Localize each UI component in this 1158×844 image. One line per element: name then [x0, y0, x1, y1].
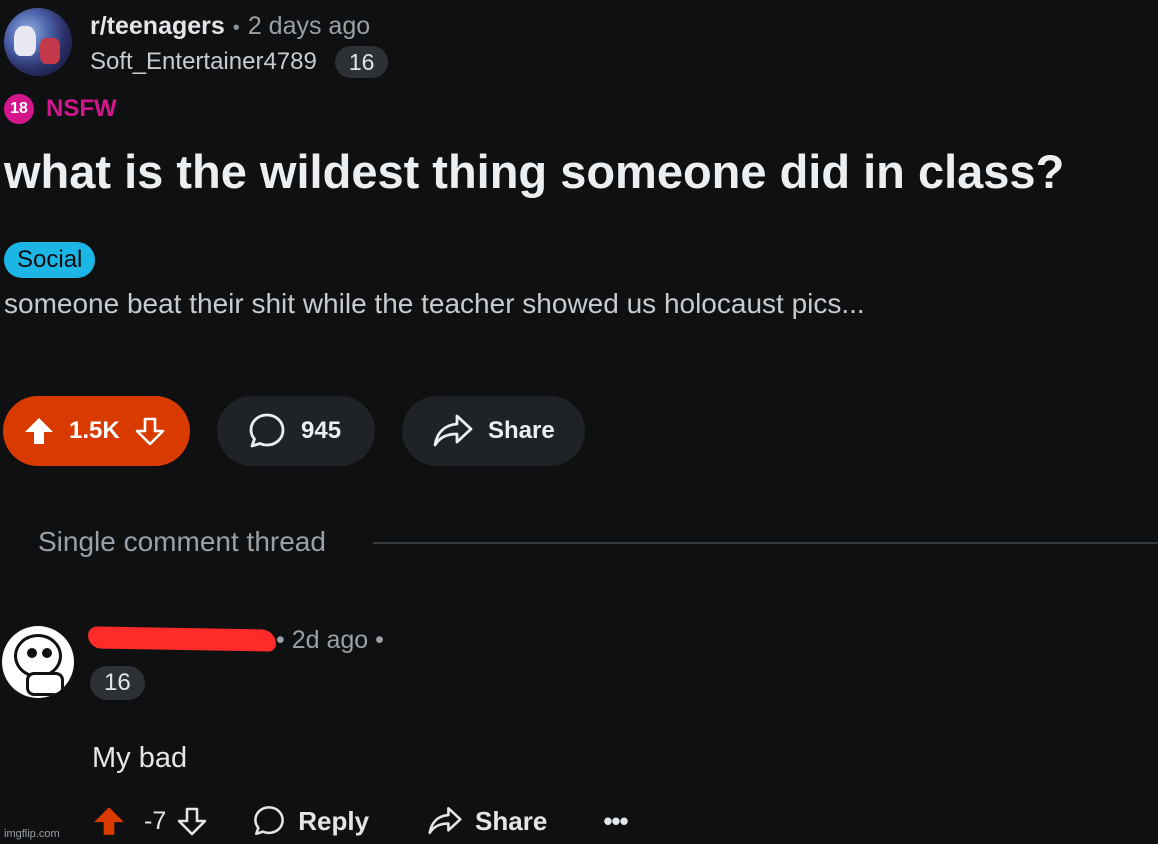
comment-bubble-icon — [247, 411, 287, 451]
more-options-icon[interactable]: ••• — [603, 806, 628, 837]
share-label: Share — [488, 417, 555, 444]
comment-share-button[interactable]: Share — [427, 804, 547, 838]
post-meta: r/teenagers • 2 days ago Soft_Entertaine… — [90, 8, 389, 78]
reply-button[interactable]: Reply — [252, 804, 369, 838]
author-flair-badge: 16 — [334, 46, 389, 78]
meta-separator: • — [232, 17, 240, 39]
subreddit-avatar[interactable] — [4, 8, 72, 76]
comment-text: My bad — [92, 742, 188, 774]
post-action-bar: 1.5K 945 Share — [3, 396, 585, 466]
nsfw-18-icon: 18 — [4, 94, 34, 124]
share-arrow-icon — [427, 804, 463, 838]
post-body: someone beat their shit while the teache… — [4, 288, 865, 319]
thread-divider — [373, 542, 1158, 544]
vote-count: 1.5K — [69, 417, 120, 444]
comment-score: -7 — [144, 806, 167, 835]
avatar-eye — [42, 648, 52, 658]
upvote-icon[interactable] — [23, 415, 55, 447]
post-time: 2 days ago — [247, 12, 371, 40]
comment-action-bar: -7 Reply Share ••• — [92, 804, 629, 838]
comment-share-label: Share — [475, 805, 548, 836]
post-author[interactable]: Soft_Entertainer4789 — [90, 48, 317, 76]
single-comment-thread-label: Single comment thread — [38, 526, 326, 557]
share-button[interactable]: Share — [402, 396, 585, 466]
reply-bubble-icon — [252, 804, 286, 838]
post-title: what is the wildest thing someone did in… — [4, 145, 1065, 198]
comment-time: • 2d ago • — [276, 626, 384, 654]
commenter-flair-badge: 16 — [90, 666, 145, 700]
nsfw-label: NSFW — [46, 95, 117, 122]
share-arrow-icon — [432, 411, 474, 451]
comments-button[interactable]: 945 — [217, 396, 375, 466]
subreddit-link[interactable]: r/teenagers — [90, 8, 225, 44]
vote-control: 1.5K — [3, 396, 190, 466]
comment-downvote-icon[interactable] — [176, 804, 208, 838]
redacted-username — [87, 626, 277, 652]
commenter-avatar[interactable] — [2, 626, 74, 698]
avatar-eye — [27, 648, 37, 658]
post-flair[interactable]: Social — [4, 242, 96, 278]
comment-count: 945 — [301, 417, 342, 444]
downvote-icon[interactable] — [134, 415, 166, 447]
avatar-body — [26, 672, 64, 696]
comment-upvote-icon[interactable] — [92, 804, 126, 838]
reply-label: Reply — [298, 805, 370, 836]
post-header: r/teenagers • 2 days ago Soft_Entertaine… — [4, 8, 389, 78]
imgflip-watermark: imgflip.com — [4, 828, 60, 840]
reddit-post-page: r/teenagers • 2 days ago Soft_Entertaine… — [0, 0, 1158, 844]
nsfw-tag: 18 NSFW — [4, 94, 117, 124]
